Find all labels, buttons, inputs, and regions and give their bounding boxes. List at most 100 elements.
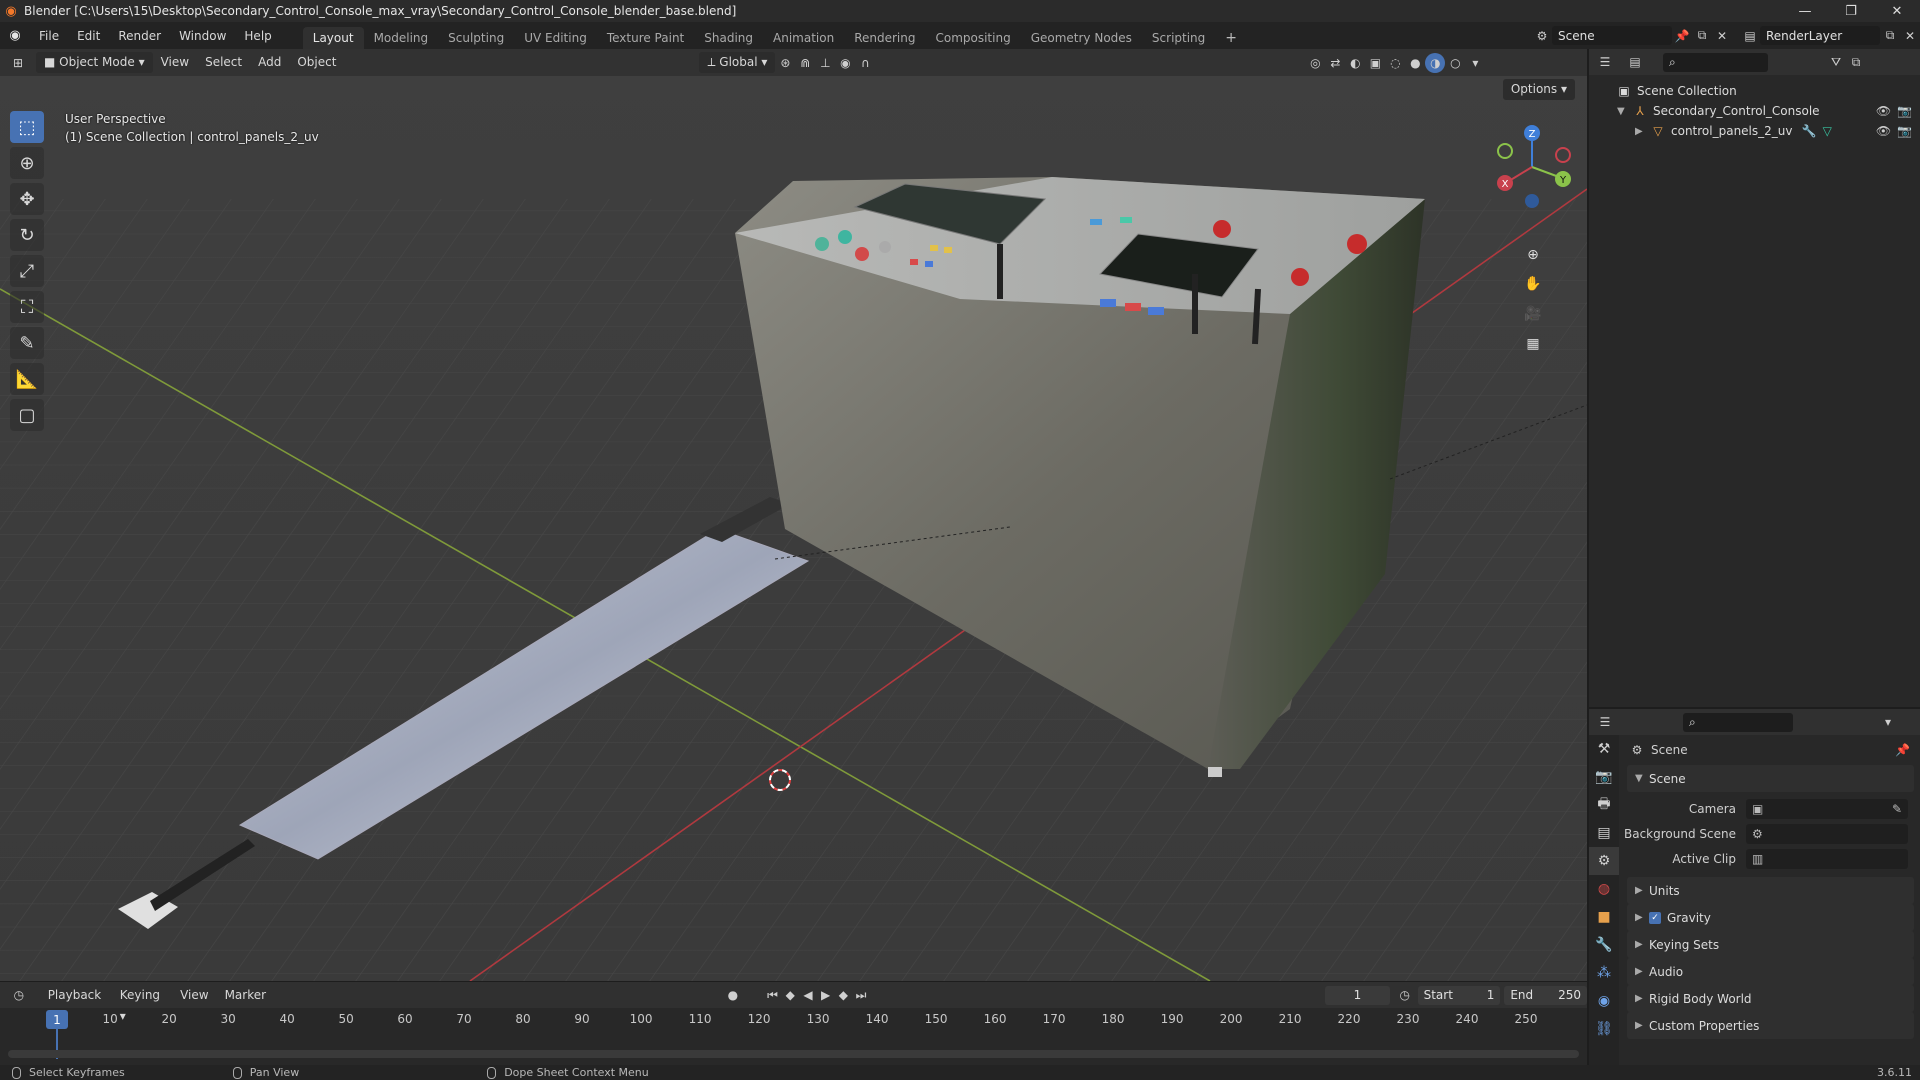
section-scene[interactable]: ▼ Scene — [1627, 765, 1914, 792]
mesh-data-icon[interactable]: ▽ — [1823, 124, 1832, 138]
expand-chevron-icon[interactable]: ▼ — [1617, 106, 1631, 117]
constraints-tab-icon[interactable]: ⛓ — [1589, 1015, 1619, 1043]
menu-render[interactable]: Render — [109, 25, 170, 47]
tool-tab-icon[interactable]: ⚒ — [1589, 735, 1619, 763]
next-keyframe-icon[interactable]: ◆ — [834, 985, 852, 1005]
eyedropper-icon[interactable]: ✎ — [1892, 802, 1902, 816]
cursor-tool-icon[interactable]: ⊕ — [10, 147, 44, 179]
scene-tab-icon[interactable]: ⚙ — [1589, 847, 1619, 875]
filter-icon[interactable]: ⛛ — [1826, 52, 1846, 72]
expand-chevron-icon[interactable]: ▶ — [1635, 126, 1649, 137]
xray-icon[interactable]: ▣ — [1365, 53, 1385, 73]
scene-icon[interactable]: ⚙ — [1532, 26, 1552, 46]
background-scene-field[interactable]: ⚙ — [1746, 823, 1908, 844]
zoom-icon[interactable]: ⊕ — [1521, 243, 1545, 267]
section-audio[interactable]: ▶ Audio — [1627, 958, 1914, 985]
camera-field[interactable]: ▣ ✎ — [1746, 798, 1908, 819]
tab-animation[interactable]: Animation — [763, 27, 844, 49]
select-box-tool-icon[interactable]: ⬚ — [10, 111, 44, 143]
section-custom-properties[interactable]: ▶ Custom Properties — [1627, 1012, 1914, 1039]
playhead-frame[interactable]: 1 — [46, 1010, 68, 1029]
delete-view-layer-icon[interactable]: ✕ — [1900, 26, 1920, 46]
render-camera-icon[interactable]: 📷 — [1897, 124, 1912, 138]
scale-tool-icon[interactable]: ⤢ — [10, 255, 44, 287]
particles-tab-icon[interactable]: ⁂ — [1589, 959, 1619, 987]
tab-rendering[interactable]: Rendering — [844, 27, 925, 49]
tab-sculpting[interactable]: Sculpting — [438, 27, 514, 49]
axis-gizmo[interactable]: Z Y X — [1477, 109, 1587, 219]
material-shading-icon[interactable]: ◑ — [1425, 52, 1446, 73]
properties-options-icon[interactable]: ▾ — [1878, 712, 1898, 732]
visibility-icon[interactable]: ◎ — [1305, 53, 1325, 73]
navigation-gizmo[interactable]: Z Y X ⊕ ✋ 🎥 ▦ — [1477, 109, 1587, 352]
section-gravity[interactable]: ▶ ✓ Gravity — [1627, 904, 1914, 931]
active-clip-field[interactable]: ▥ — [1746, 848, 1908, 869]
end-frame-field[interactable]: End 250 — [1504, 985, 1588, 1005]
measure-tool-icon[interactable]: 📐 — [10, 363, 44, 395]
object-tab-icon[interactable]: ■ — [1589, 903, 1619, 931]
maximize-icon[interactable]: ❐ — [1828, 0, 1874, 22]
section-rigid-body-world[interactable]: ▶ Rigid Body World — [1627, 985, 1914, 1012]
preview-range-icon[interactable]: ◷ — [1396, 985, 1414, 1005]
outliner-editor-icon[interactable]: ☰ — [1595, 52, 1615, 72]
jump-start-icon[interactable]: ⏮ — [764, 985, 782, 1005]
delete-scene-icon[interactable]: ✕ — [1712, 26, 1732, 46]
menu-help[interactable]: Help — [235, 25, 280, 47]
tab-uv-editing[interactable]: UV Editing — [514, 27, 597, 49]
scene-field[interactable]: Scene — [1552, 26, 1672, 45]
close-icon[interactable]: ✕ — [1874, 0, 1920, 22]
outliner-row-collection[interactable]: ▼ ⅄ Secondary_Control_Console 👁 📷 — [1589, 101, 1920, 121]
annotate-tool-icon[interactable]: ✎ — [10, 327, 44, 359]
perspective-grid-icon[interactable]: ▦ — [1521, 332, 1545, 356]
prev-keyframe-icon[interactable]: ◆ — [781, 985, 799, 1005]
tab-texture-paint[interactable]: Texture Paint — [597, 27, 694, 49]
snap-target-icon[interactable]: ⊥ — [815, 53, 835, 73]
add-cube-tool-icon[interactable]: ▢ — [10, 399, 44, 431]
world-tab-icon[interactable]: ◍ — [1589, 875, 1619, 903]
pin-icon[interactable]: 📌 — [1672, 26, 1692, 46]
outliner-search-field[interactable]: ⌕ — [1663, 52, 1768, 72]
pan-hand-icon[interactable]: ✋ — [1521, 272, 1545, 296]
timeline-menu-playback[interactable]: Playback ▾ — [40, 985, 112, 1023]
tab-geometry-nodes[interactable]: Geometry Nodes — [1021, 27, 1142, 49]
orientation-selector[interactable]: ⟂ Global ▾ — [699, 52, 776, 73]
start-frame-field[interactable]: Start 1 — [1417, 985, 1501, 1005]
properties-editor-icon[interactable]: ☰ — [1595, 712, 1615, 732]
pin-icon[interactable]: 📌 — [1895, 743, 1910, 757]
visibility-eye-icon[interactable]: 👁 — [1876, 104, 1891, 118]
rendered-shading-icon[interactable]: ○ — [1445, 53, 1465, 73]
menu-window[interactable]: Window — [170, 25, 235, 47]
record-icon[interactable]: ● — [724, 985, 742, 1005]
blender-menu-icon[interactable]: ◉ — [0, 28, 30, 43]
falloff-icon[interactable]: ∩ — [855, 53, 875, 73]
display-mode-icon[interactable]: ▤ — [1625, 52, 1645, 72]
add-workspace-button[interactable]: + — [1215, 27, 1247, 49]
viewport-menu-select[interactable]: Select — [197, 52, 250, 73]
gizmo-toggle-icon[interactable]: ⇄ — [1325, 53, 1345, 73]
camera-view-icon[interactable]: 🎥 — [1521, 302, 1545, 326]
viewport-menu-object[interactable]: Object — [289, 52, 344, 73]
pivot-icon[interactable]: ⊛ — [775, 53, 795, 73]
current-frame-field[interactable]: 1 — [1324, 985, 1390, 1005]
menu-file[interactable]: File — [30, 25, 68, 47]
outliner-row-object[interactable]: ▶ ▽ control_panels_2_uv 🔧 ▽ 👁 📷 — [1589, 121, 1920, 141]
outliner-row-scene-collection[interactable]: ▣ Scene Collection — [1589, 81, 1920, 101]
viewport-menu-add[interactable]: Add — [250, 52, 289, 73]
shading-options-icon[interactable]: ▾ — [1465, 53, 1485, 73]
modifier-wrench-icon[interactable]: 🔧 — [1802, 124, 1817, 138]
timeline-menu-view[interactable]: View — [172, 985, 216, 1006]
tab-shading[interactable]: Shading — [694, 27, 763, 49]
overlay-toggle-icon[interactable]: ◐ — [1345, 53, 1365, 73]
new-view-layer-icon[interactable]: ⧉ — [1880, 26, 1900, 46]
new-scene-icon[interactable]: ⧉ — [1692, 26, 1712, 46]
minimize-icon[interactable]: — — [1782, 0, 1828, 22]
properties-search-field[interactable]: ⌕ — [1683, 712, 1793, 732]
render-tab-icon[interactable]: 📷 — [1589, 763, 1619, 791]
solid-shading-icon[interactable]: ● — [1405, 53, 1425, 73]
gravity-checkbox[interactable]: ✓ — [1649, 911, 1661, 924]
rotate-tool-icon[interactable]: ↻ — [10, 219, 44, 251]
visibility-eye-icon[interactable]: 👁 — [1876, 124, 1891, 138]
proportional-edit-icon[interactable]: ◉ — [835, 53, 855, 73]
viewport-menu-view[interactable]: View — [153, 52, 197, 73]
physics-tab-icon[interactable]: ◉ — [1589, 987, 1619, 1015]
